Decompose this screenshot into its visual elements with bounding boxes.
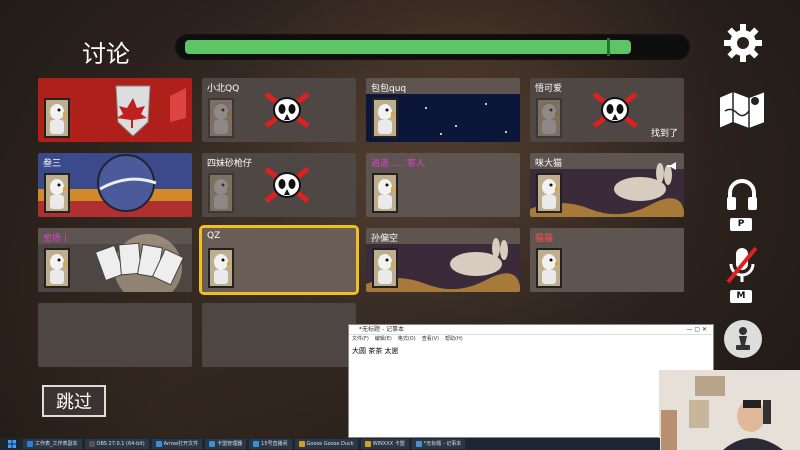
player-avatar bbox=[372, 98, 398, 138]
push-to-talk-button[interactable] bbox=[722, 175, 762, 215]
taskbar-item[interactable]: Arrow打开文件 bbox=[151, 439, 203, 449]
empty-player-slot bbox=[38, 303, 192, 367]
player-name: 悟可爱 bbox=[535, 84, 563, 94]
player-card[interactable]: 愈扬丨 bbox=[38, 228, 192, 292]
app-icon bbox=[209, 441, 216, 447]
timer-fill bbox=[185, 40, 631, 54]
app-icon bbox=[364, 441, 371, 447]
app-icon bbox=[415, 441, 422, 447]
player-card[interactable]: 逍遥……客人 bbox=[366, 153, 520, 217]
map-button[interactable] bbox=[714, 86, 770, 132]
player-name: 猫猫 bbox=[535, 234, 554, 244]
player-avatar bbox=[372, 248, 398, 288]
body-found-label: 找到了 bbox=[650, 129, 678, 139]
webcam-overlay bbox=[659, 370, 800, 450]
notepad-title: *无标题 - 记事本 bbox=[349, 325, 713, 335]
map-icon bbox=[718, 89, 766, 131]
player-card[interactable]: QZ bbox=[199, 225, 359, 295]
mute-button[interactable] bbox=[722, 243, 762, 287]
settings-button[interactable] bbox=[720, 20, 766, 66]
taskbar-item[interactable]: 15号直播间 bbox=[249, 439, 292, 449]
taskbar-item[interactable]: Goose Goose Duck bbox=[294, 439, 358, 449]
player-card[interactable]: 猫猫 bbox=[530, 228, 684, 292]
taskbar-item-label: OBS 27.0.1 (64-bit) bbox=[96, 441, 145, 447]
app-icon bbox=[253, 441, 260, 447]
taskbar-item-label: *无标题 - 记事本 bbox=[423, 441, 462, 447]
player-name: 叁三 bbox=[43, 159, 62, 169]
player-name: QZ bbox=[207, 231, 221, 241]
app-icon bbox=[298, 441, 305, 447]
player-card: 四妹砂枪仔 bbox=[202, 153, 356, 217]
player-avatar bbox=[208, 98, 234, 138]
notepad-menu-item[interactable]: 格式(O) bbox=[398, 336, 416, 342]
dead-skull-icon bbox=[264, 167, 310, 203]
app-icon bbox=[27, 441, 33, 447]
gear-icon bbox=[724, 24, 762, 62]
player-avatar bbox=[536, 98, 562, 138]
player-card[interactable]: 包包quq bbox=[366, 78, 520, 142]
player-avatar bbox=[536, 248, 562, 288]
player-card[interactable]: 咪大猫 bbox=[530, 153, 684, 217]
skip-button[interactable]: 跳过 bbox=[42, 385, 106, 417]
taskbar-item-label: Arrow打开文件 bbox=[163, 441, 199, 447]
player-card: 小北QQ bbox=[202, 78, 356, 142]
app-icon bbox=[155, 441, 162, 447]
taskbar-item[interactable]: WINXXX 卡盟 bbox=[360, 439, 409, 449]
os-taskbar: 工作表_工作表副本 OBS 27.0.1 (64-bit) Arrow打开文件 卡盟管… bbox=[0, 438, 660, 450]
mute-key: M bbox=[730, 290, 752, 303]
page-title: 讨论 bbox=[82, 40, 130, 68]
player-name: 逍遥……客人 bbox=[371, 159, 426, 169]
taskbar-item[interactable]: OBS 27.0.1 (64-bit) bbox=[84, 439, 149, 449]
player-avatar bbox=[44, 248, 70, 288]
player-name: 包包quq bbox=[371, 84, 407, 94]
player-avatar bbox=[44, 173, 70, 213]
start-icon[interactable] bbox=[4, 439, 20, 449]
player-name: 愈扬丨 bbox=[43, 234, 71, 244]
dead-skull-icon bbox=[592, 92, 638, 128]
taskbar-item-label: 卡盟管理器 bbox=[217, 441, 243, 447]
app-icon bbox=[88, 441, 95, 447]
notepad-menu-item[interactable]: 帮助(H) bbox=[445, 336, 463, 342]
taskbar-item-label: 15号直播间 bbox=[261, 441, 288, 447]
player-card[interactable] bbox=[38, 78, 192, 142]
taskbar-item[interactable]: 工作表_工作表副本 bbox=[23, 439, 82, 449]
headphones-icon bbox=[727, 179, 757, 210]
chess-pawn-icon bbox=[736, 327, 750, 350]
player-avatar bbox=[208, 173, 234, 213]
player-card: 悟可爱找到了 bbox=[530, 78, 684, 142]
player-card[interactable]: 叁三 bbox=[38, 153, 192, 217]
taskbar-item-label: 工作表_工作表副本 bbox=[35, 441, 78, 447]
dead-skull-icon bbox=[264, 92, 310, 128]
player-name: 四妹砂枪仔 bbox=[207, 159, 253, 169]
player-name: 小北QQ bbox=[207, 84, 240, 94]
player-avatar bbox=[208, 248, 234, 288]
taskbar-item-label: Goose Goose Duck bbox=[306, 441, 354, 447]
player-avatar bbox=[44, 98, 70, 138]
taskbar-item[interactable]: 卡盟管理器 bbox=[205, 439, 247, 449]
discussion-timer bbox=[175, 34, 690, 60]
notepad-menubar: 文件(F) 编辑(E) 格式(O) 查看(V) 帮助(H) bbox=[349, 335, 713, 344]
taskbar-item-label: WINXXX 卡盟 bbox=[372, 441, 405, 447]
notepad-menu-item[interactable]: 文件(F) bbox=[352, 336, 369, 342]
notepad-menu-item[interactable]: 查看(V) bbox=[422, 336, 439, 342]
player-avatar bbox=[372, 173, 398, 213]
player-card[interactable]: 孙偏空 bbox=[366, 228, 520, 292]
streamer-video bbox=[659, 370, 800, 450]
window-controls[interactable]: — ▢ ✕ bbox=[686, 326, 707, 333]
taskbar-item[interactable]: *无标题 - 记事本 bbox=[411, 439, 466, 449]
player-name: 孙偏空 bbox=[371, 234, 399, 244]
timer-marker bbox=[607, 38, 610, 56]
notepad-menu-item[interactable]: 编辑(E) bbox=[375, 336, 392, 342]
notepad-content[interactable]: 大圆 茶茶 太崽 bbox=[349, 344, 713, 358]
megaphone-icon bbox=[666, 156, 678, 175]
empty-player-slot bbox=[202, 303, 356, 367]
chess-button[interactable] bbox=[724, 320, 762, 358]
push-to-talk-key: P bbox=[730, 218, 752, 231]
muted-microphone-icon bbox=[726, 246, 758, 284]
player-avatar bbox=[536, 173, 562, 213]
player-name: 咪大猫 bbox=[535, 159, 563, 169]
